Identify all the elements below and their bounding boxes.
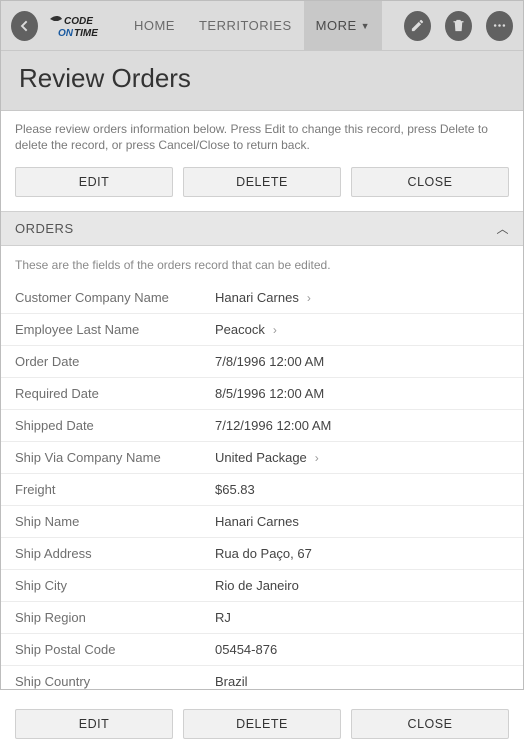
field-value-text: 7/12/1996 12:00 AM [215,418,331,433]
field-value-text: Rio de Janeiro [215,578,299,593]
close-button-top[interactable]: CLOSE [351,167,509,197]
chevron-right-icon: › [307,291,311,305]
field-row: Required Date8/5/1996 12:00 AM [1,378,523,410]
field-value-text: RJ [215,610,231,625]
field-value-text: Rua do Paço, 67 [215,546,312,561]
field-label: Required Date [15,386,215,401]
topbar: CODE ON TIME HOME TERRITORIES MORE ▼ [1,1,523,51]
field-value: Brazil [215,674,248,689]
field-value[interactable]: Hanari Carnes › [215,290,311,305]
field-row: Ship AddressRua do Paço, 67 [1,538,523,570]
field-label: Employee Last Name [15,322,215,337]
fields-list: Customer Company NameHanari Carnes›Emplo… [1,282,523,697]
nav-more[interactable]: MORE ▼ [304,1,382,51]
chevron-right-icon: › [273,323,277,337]
trash-icon [451,18,466,33]
title-area: Review Orders [1,51,523,111]
field-value: RJ [215,610,231,625]
field-row: Ship Via Company NameUnited Package › [1,442,523,474]
nav-home[interactable]: HOME [122,1,187,51]
field-value: 7/12/1996 12:00 AM [215,418,331,433]
field-label: Freight [15,482,215,497]
field-value-text: United Package [215,450,307,465]
pencil-icon [410,18,425,33]
field-row: Shipped Date7/12/1996 12:00 AM [1,410,523,442]
field-value-text: Hanari Carnes [215,290,299,305]
field-value: 8/5/1996 12:00 AM [215,386,324,401]
field-label: Order Date [15,354,215,369]
more-action-button[interactable] [486,11,513,41]
field-label: Ship Via Company Name [15,450,215,465]
edit-action-button[interactable] [404,11,431,41]
caret-down-icon: ▼ [361,21,370,31]
back-arrow-icon [16,18,32,34]
edit-button-bottom[interactable]: EDIT [15,709,173,739]
field-label: Ship Region [15,610,215,625]
field-value: $65.83 [215,482,255,497]
field-value[interactable]: United Package › [215,450,319,465]
field-value-text: Hanari Carnes [215,514,299,529]
field-label: Ship Postal Code [15,642,215,657]
edit-button-top[interactable]: EDIT [15,167,173,197]
field-value: Rua do Paço, 67 [215,546,312,561]
field-row: Ship RegionRJ [1,602,523,634]
field-row: Order Date7/8/1996 12:00 AM [1,346,523,378]
field-value-text: Brazil [215,674,248,689]
field-row: Ship NameHanari Carnes [1,506,523,538]
svg-text:CODE: CODE [64,16,93,27]
field-row: Freight$65.83 [1,474,523,506]
nav-territories[interactable]: TERRITORIES [187,1,304,51]
field-label: Customer Company Name [15,290,215,305]
svg-text:TIME: TIME [74,28,98,39]
field-row: Ship CountryBrazil [1,666,523,697]
field-value-text: 05454-876 [215,642,277,657]
field-value-text: $65.83 [215,482,255,497]
field-value-text: 7/8/1996 12:00 AM [215,354,324,369]
close-button-bottom[interactable]: CLOSE [351,709,509,739]
field-value: Hanari Carnes [215,514,299,529]
delete-action-button[interactable] [445,11,472,41]
page-title: Review Orders [19,63,505,94]
field-label: Ship Address [15,546,215,561]
delete-button-top[interactable]: DELETE [183,167,341,197]
section-title: ORDERS [15,221,74,236]
field-value[interactable]: Peacock › [215,322,277,337]
field-row: Employee Last NamePeacock › [1,314,523,346]
top-button-row: EDIT DELETE CLOSE [1,167,523,211]
field-value: Rio de Janeiro [215,578,299,593]
instruction-text: Please review orders information below. … [1,111,523,167]
field-value: 7/8/1996 12:00 AM [215,354,324,369]
back-button[interactable] [11,11,38,41]
field-label: Ship Name [15,514,215,529]
field-value-text: Peacock [215,322,265,337]
bottom-button-row: EDIT DELETE CLOSE [1,697,523,753]
field-label: Ship Country [15,674,215,689]
nav-more-label: MORE [316,18,357,33]
field-value: 05454-876 [215,642,277,657]
field-value-text: 8/5/1996 12:00 AM [215,386,324,401]
field-row: Ship CityRio de Janeiro [1,570,523,602]
field-row: Customer Company NameHanari Carnes › [1,282,523,314]
svg-text:ON: ON [58,28,74,39]
section-description: These are the fields of the orders recor… [1,246,523,282]
field-row: Ship Postal Code05454-876 [1,634,523,666]
chevron-up-icon: ︿ [496,220,509,237]
delete-button-bottom[interactable]: DELETE [183,709,341,739]
dots-icon [492,18,507,33]
field-label: Shipped Date [15,418,215,433]
nav-menu: HOME TERRITORIES MORE ▼ [122,1,382,51]
section-header[interactable]: ORDERS ︿ [1,211,523,246]
field-label: Ship City [15,578,215,593]
chevron-right-icon: › [315,451,319,465]
app-logo: CODE ON TIME [48,11,108,41]
